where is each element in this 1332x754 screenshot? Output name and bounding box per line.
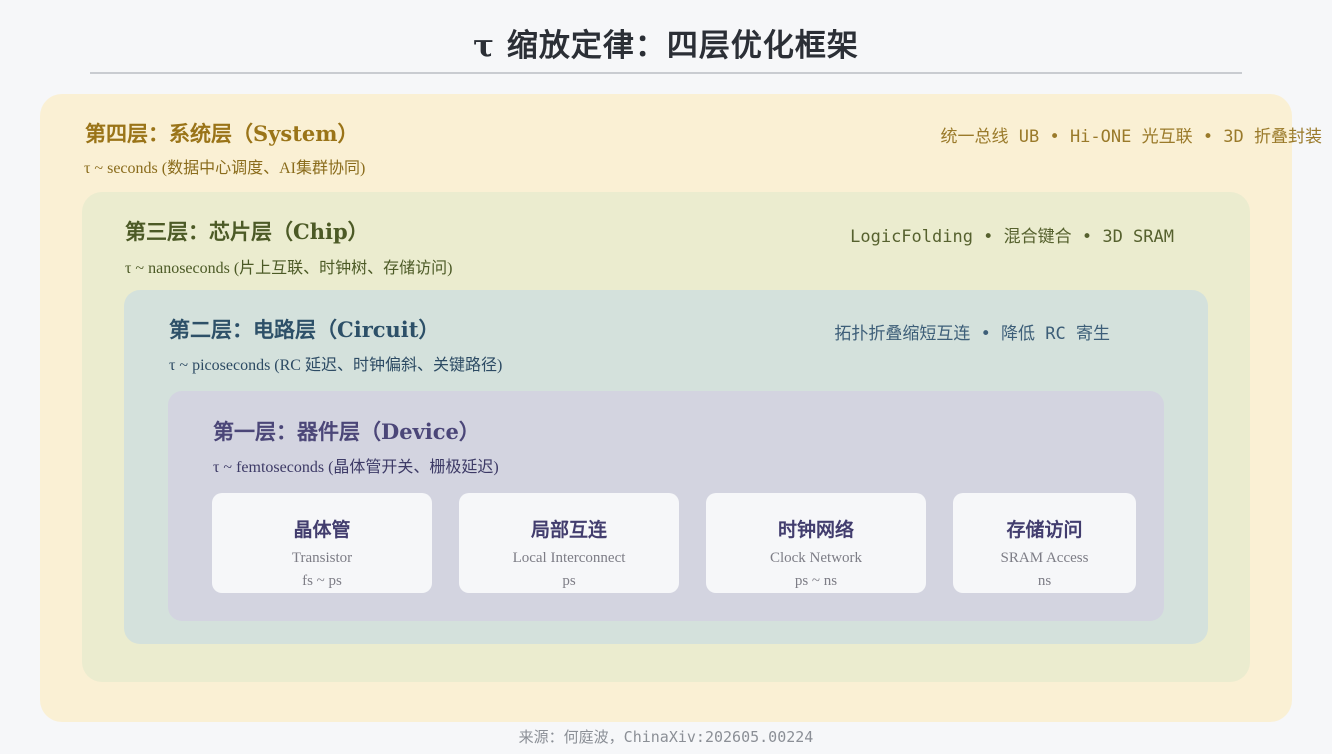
card-english: SRAM Access (1000, 550, 1089, 566)
card-name: 时钟网络 (777, 519, 854, 541)
card-timescale: ns (1037, 573, 1052, 589)
layer-chip-title: 第三层：芯片层（Chip） (125, 219, 369, 244)
card-name: 局部互连 (530, 519, 607, 541)
card-clock-network: 时钟网络 Clock Network ps ~ ns (706, 493, 926, 593)
layer-system: 第四层：系统层（System） τ ~ seconds (数据中心调度、AI集群… (40, 94, 1322, 722)
card-timescale: ps (562, 573, 576, 589)
layer-chip-tags: LogicFolding • 混合键合 • 3D SRAM (850, 227, 1174, 247)
layer-circuit-subtitle: τ ~ picoseconds (RC 延迟、时钟偏斜、关键路径) (169, 357, 503, 374)
layer-device-title: 第一层：器件层（Device） (213, 419, 480, 444)
page-title: τ 缩放定律：四层优化框架 (473, 28, 859, 64)
card-name: 存储访问 (1006, 519, 1083, 541)
layer-circuit: 第二层：电路层（Circuit） τ ~ picoseconds (RC 延迟、… (124, 290, 1208, 644)
card-sram-access: 存储访问 SRAM Access ns (953, 493, 1136, 593)
card-english: Clock Network (769, 550, 863, 566)
card-local-interconnect: 局部互连 Local Interconnect ps (459, 493, 679, 593)
layer-circuit-tags: 拓扑折叠缩短互连 • 降低 RC 寄生 (834, 324, 1110, 344)
layer-system-title: 第四层：系统层（System） (85, 121, 359, 146)
title-divider (90, 72, 1242, 74)
layer-device-subtitle: τ ~ femtoseconds (晶体管开关、栅极延迟) (213, 459, 499, 476)
layer-chip: 第三层：芯片层（Chip） τ ~ nanoseconds (片上互联、时钟树、… (82, 192, 1250, 682)
source-citation: 来源：何庭波，ChinaXiv:202605.00224 (518, 728, 814, 746)
card-name: 晶体管 (293, 519, 351, 541)
layer-circuit-title: 第二层：电路层（Circuit） (169, 317, 440, 342)
card-timescale: ps ~ ns (794, 573, 838, 589)
card-english: Transistor (291, 550, 353, 566)
layer-system-tags: 统一总线 UB • Hi-ONE 光互联 • 3D 折叠封装 (940, 127, 1322, 147)
card-english: Local Interconnect (512, 550, 626, 566)
layer-system-subtitle: τ ~ seconds (数据中心调度、AI集群协同) (84, 160, 366, 177)
card-timescale: fs ~ ps (302, 573, 342, 589)
layer-device: 第一层：器件层（Device） τ ~ femtoseconds (晶体管开关、… (168, 391, 1164, 621)
layer-chip-subtitle: τ ~ nanoseconds (片上互联、时钟树、存储访问) (125, 260, 453, 277)
card-transistor: 晶体管 Transistor fs ~ ps (212, 493, 432, 593)
